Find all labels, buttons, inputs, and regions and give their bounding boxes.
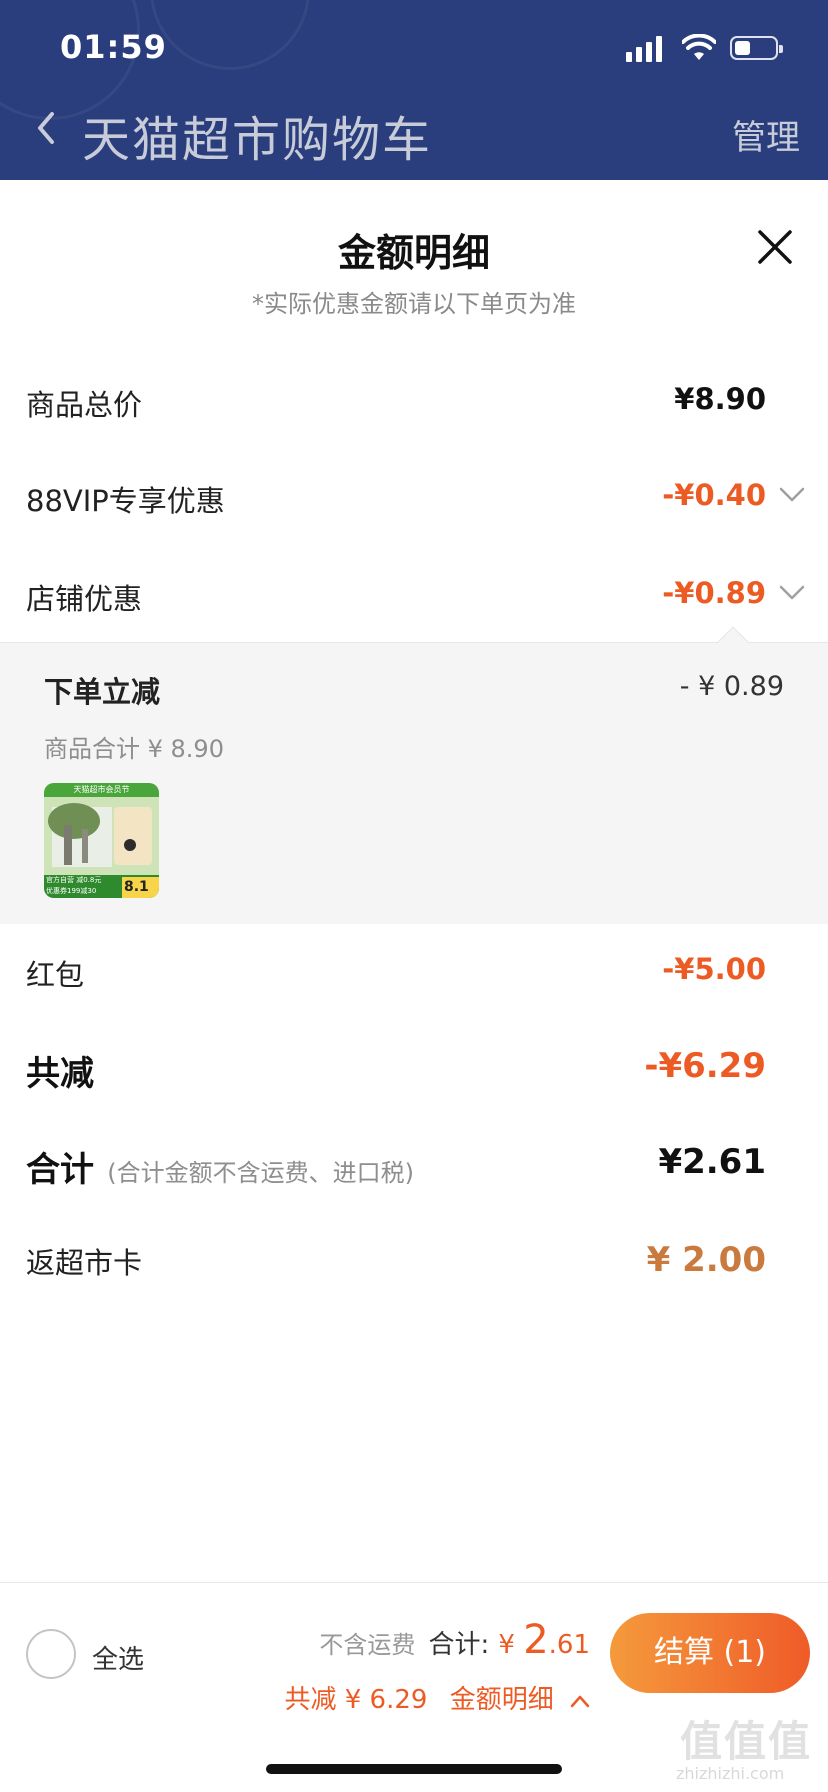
card-back-amount: ¥ 2.00 [646,1240,766,1280]
back-arrow-icon[interactable] [32,108,60,148]
thumb-badge-text: 官方自营 减0.8元 [46,876,102,884]
row-card-back: 返超市卡 ¥ 2.00 [0,1232,828,1298]
select-all-checkbox[interactable] [26,1629,76,1679]
row-goods-total: 商品总价 ¥8.90 [0,372,828,432]
chevron-down-icon[interactable] [778,486,806,504]
amount-detail-toggle[interactable]: 共减 ¥ 6.29 金额明细 [284,1679,590,1716]
currency-symbol: ¥ [498,1630,524,1660]
red-packet-amount: -¥5.00 [662,952,766,986]
header: 01:59 天猫超市购物车 管理 [0,0,828,180]
select-all-label[interactable]: 全选 [92,1639,144,1676]
saving-text: 共减 ¥ 6.29 [284,1685,428,1715]
thumb-coupon-text: 优惠券199减30 [46,887,97,895]
total-discount-label: 共减 [26,1054,94,1094]
checkout-button[interactable]: 结算 (1) [610,1613,810,1693]
vip-discount-amount: -¥0.40 [662,478,766,512]
row-total-discount: 共减 -¥6.29 [0,1038,828,1104]
watermark-main: 值值值 [680,1717,813,1766]
order-discount-title: 下单立减 [44,675,161,709]
vip-discount-label: 88VIP专享优惠 [26,484,225,518]
home-indicator [266,1764,562,1774]
total-integer: 2 [523,1617,549,1663]
chevron-down-icon[interactable] [778,584,806,602]
status-icons [606,32,796,66]
page-title: 天猫超市购物车 [82,112,433,168]
goods-total-amount: ¥8.90 [674,382,766,416]
bottom-total-label: 合计: [428,1630,490,1660]
battery-icon [730,36,783,60]
chevron-up-icon [570,1695,590,1707]
total-label: 合计 [26,1150,94,1190]
total-discount-amount: -¥6.29 [644,1046,766,1086]
row-red-packet: 红包 -¥5.00 [0,942,828,1002]
close-icon[interactable] [756,228,794,266]
signal-icon [626,36,662,62]
watermark-logo: 值值值 zhizhizhi.com [672,1708,822,1788]
product-thumbnail[interactable]: 天猫超市会员节 官方自营 减0.8元 优惠券199减30 8.1 [44,783,159,898]
excl-shipping-text: 不含运费 [319,1631,416,1659]
bottom-total: 不含运费 合计: ¥ 2.61 [319,1617,590,1667]
manage-button[interactable]: 管理 [732,110,800,159]
status-time: 01:59 [60,28,167,66]
order-discount-amount: - ¥ 0.89 [679,671,784,702]
row-total: 合计 (合计金额不含运费、进口税) ¥2.61 [0,1134,828,1200]
row-vip-discount[interactable]: 88VIP专享优惠 -¥0.40 [0,468,828,528]
sheet-title: 金额明细 [337,231,490,275]
thumb-price: 8.1 [124,879,149,895]
total-decimal: .61 [548,1630,590,1660]
caret-pointer [717,626,749,658]
goods-total-label: 商品总价 [26,388,143,422]
wifi-icon [682,34,716,60]
header-decoration [150,0,310,70]
total-amount: ¥2.61 [658,1142,766,1182]
detail-link: 金额明细 [449,1685,554,1715]
red-packet-label: 红包 [26,958,85,992]
card-back-label: 返超市卡 [26,1246,143,1280]
goods-subtotal: 商品合计 ¥ 8.90 [44,735,224,763]
store-discount-detail: 下单立减 - ¥ 0.89 商品合计 ¥ 8.90 天猫超市会员节 官方自营 减… [0,626,828,924]
watermark-sub: zhizhizhi.com [676,1764,785,1783]
row-store-discount[interactable]: 店铺优惠 -¥0.89 [0,566,828,626]
store-discount-amount: -¥0.89 [662,576,766,610]
thumb-top-text: 天猫超市会员节 [73,785,130,794]
sheet-subtitle: *实际优惠金额请以下单页为准 [252,290,576,318]
total-note: (合计金额不含运费、进口税) [107,1159,414,1187]
store-discount-label: 店铺优惠 [26,582,143,616]
total-label-group: 合计 (合计金额不含运费、进口税) [26,1142,414,1191]
